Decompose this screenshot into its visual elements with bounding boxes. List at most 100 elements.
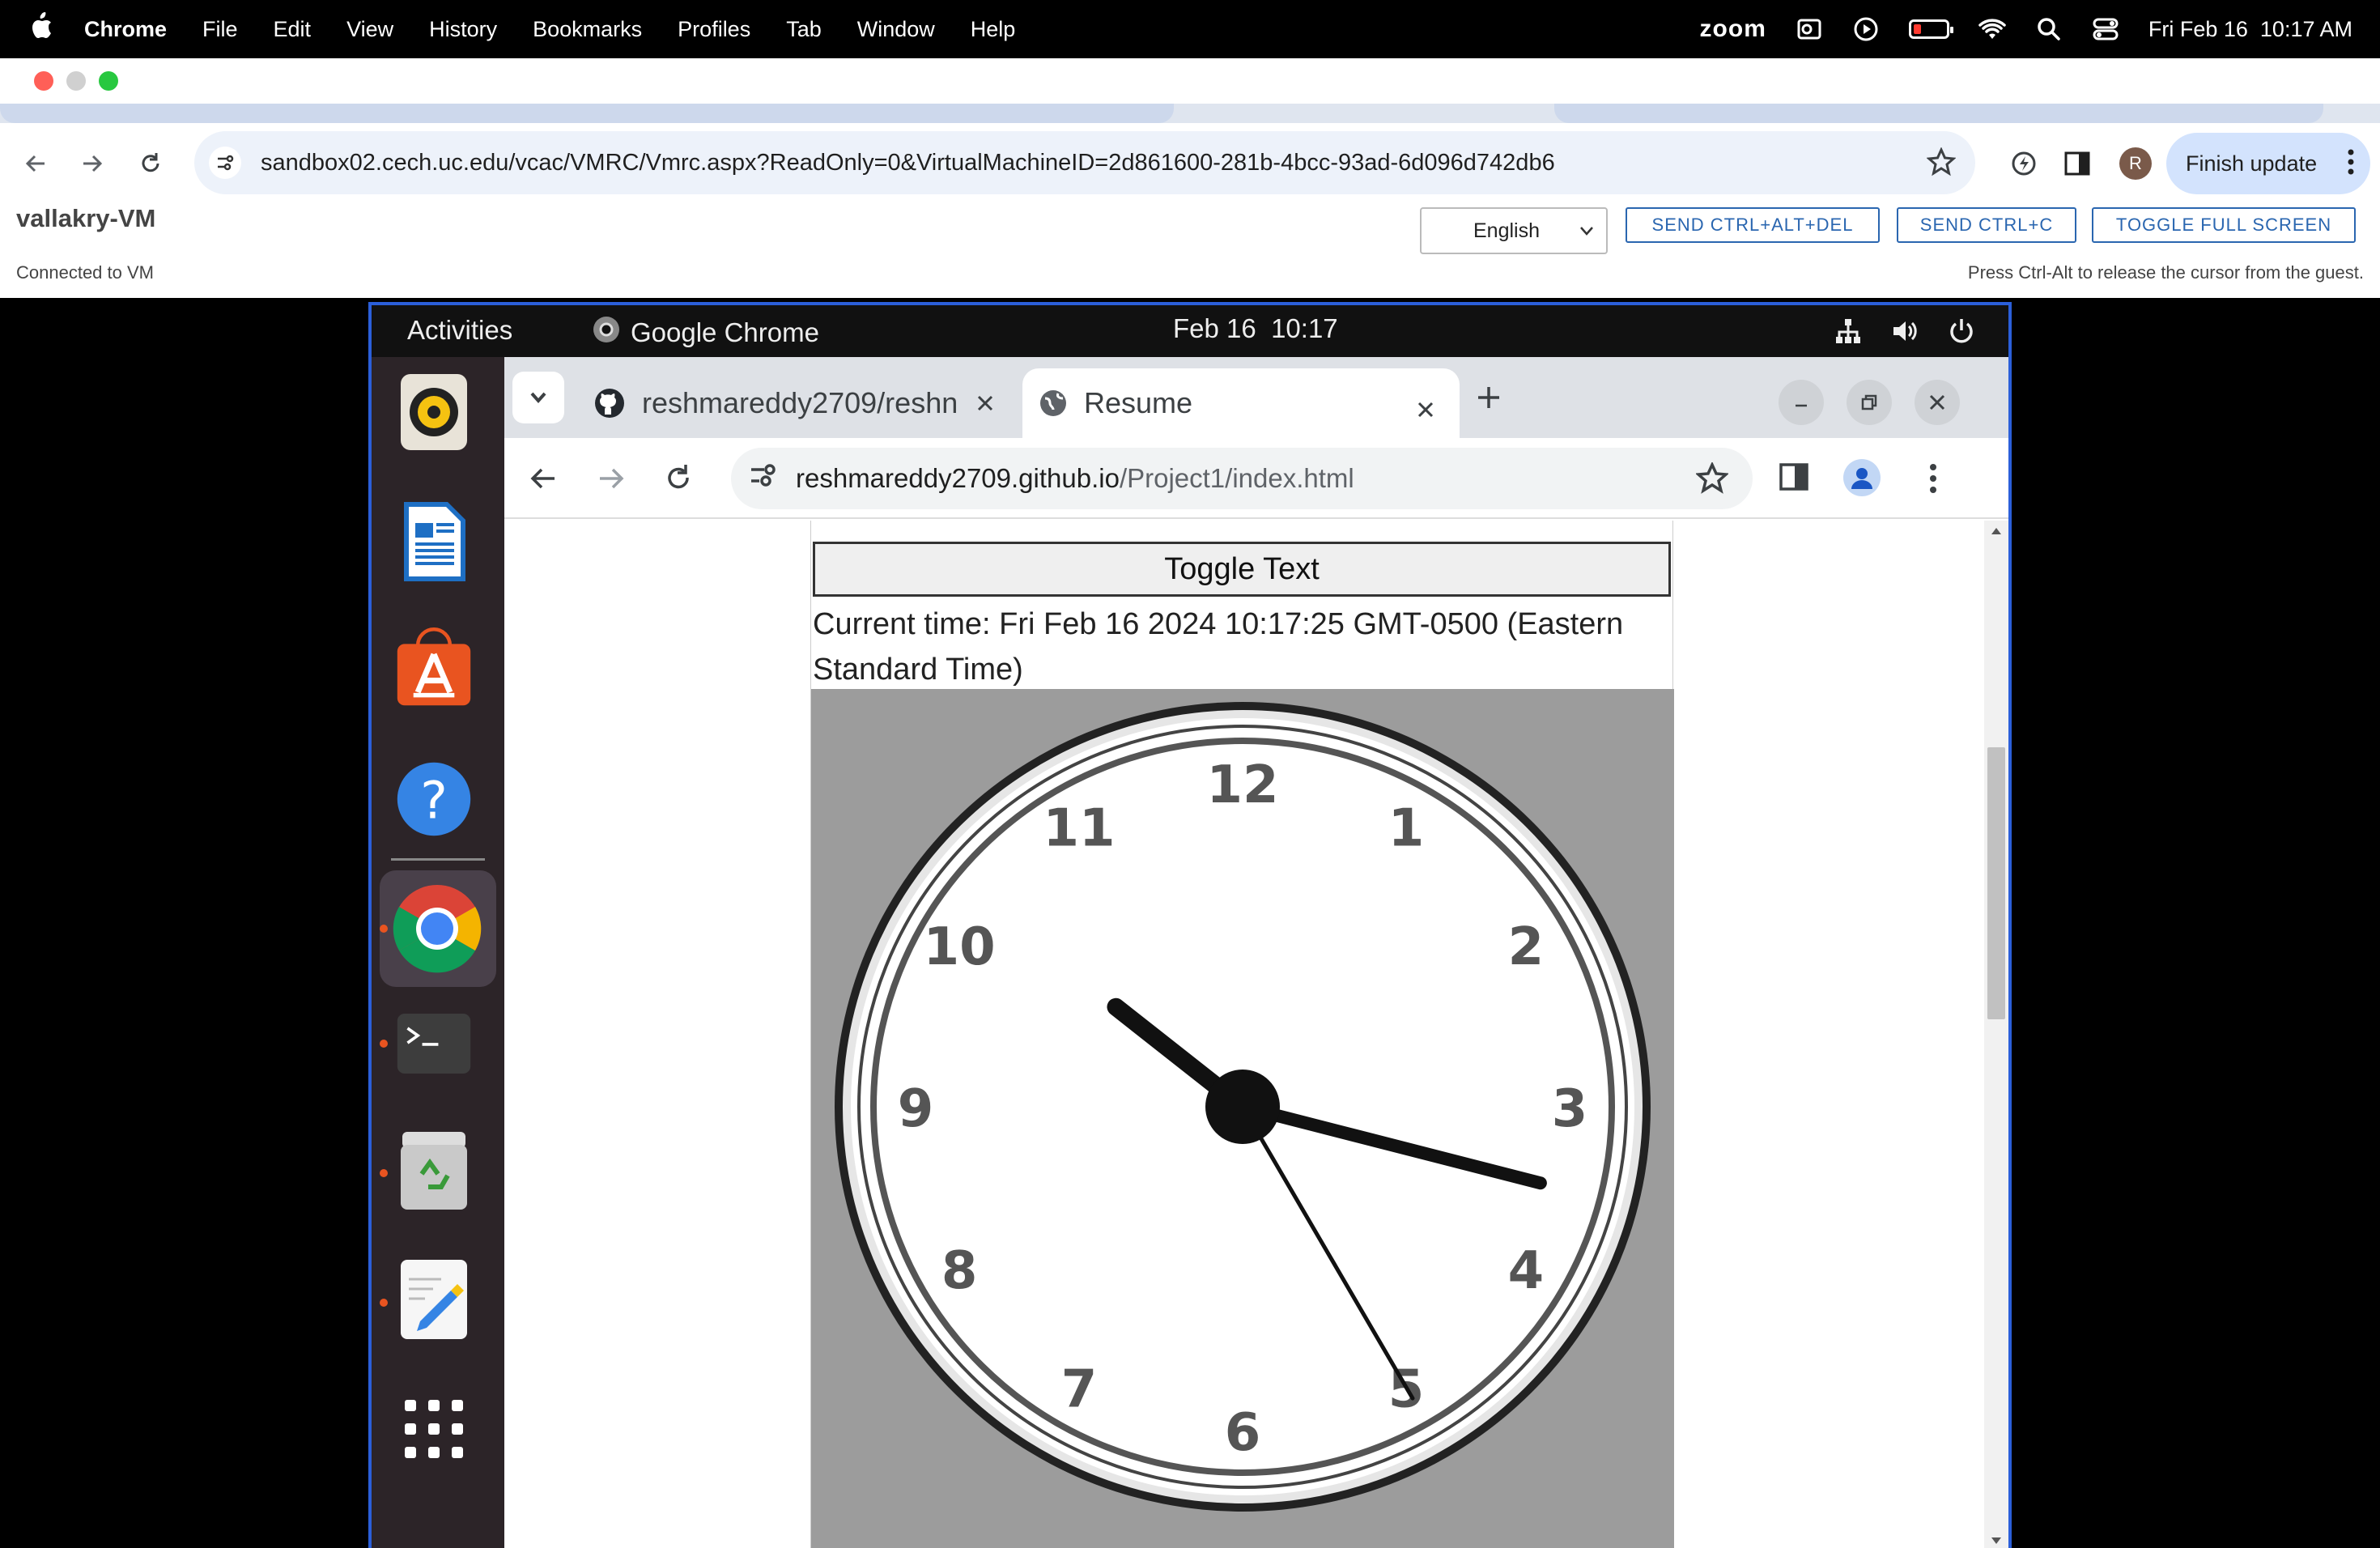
zoom-status-icon[interactable]: zoom [1700,15,1766,43]
back-arrow-icon[interactable] [529,464,558,497]
menu-app-name[interactable]: Chrome [84,17,167,42]
site-info-icon[interactable] [749,462,778,495]
menu-edit[interactable]: Edit [274,17,312,42]
menubar-clock[interactable]: Fri Feb 16 10:17 AM [2148,17,2352,42]
restore-icon[interactable] [1847,380,1892,425]
network-icon [1836,319,1860,343]
send-ctrl-c-button[interactable]: SEND CTRL+C [1897,207,2076,243]
minimize-window-button[interactable] [66,71,86,91]
app-menu-label: Google Chrome [631,317,819,347]
spotlight-search-icon[interactable] [2035,15,2063,43]
back-arrow-icon[interactable] [11,139,60,188]
app-menu[interactable]: Google Chrome [592,315,819,351]
menu-view[interactable]: View [346,17,393,42]
chrome-small-icon [592,315,621,351]
page-scrollbar[interactable] [1984,521,2008,1548]
send-ctrl-alt-del-button[interactable]: SEND CTRL+ALT+DEL [1626,207,1880,243]
battery-icon[interactable] [1908,19,1953,39]
site-info-icon[interactable] [209,147,241,179]
running-indicator [380,1299,388,1307]
host-tab[interactable] [1554,104,2323,123]
play-icon[interactable] [1852,15,1880,43]
close-tab-icon[interactable] [1416,393,1435,427]
guest-address-bar[interactable]: reshmareddy2709.github.io /Project1/inde… [731,448,1753,509]
scrollbar-thumb[interactable] [1987,747,2005,1019]
activities-button[interactable]: Activities [407,315,512,346]
terminal-icon[interactable] [396,1000,472,1087]
minimize-icon[interactable] [1779,380,1824,425]
close-icon[interactable] [1915,380,1960,425]
more-vert-icon[interactable] [1929,462,1937,499]
show-apps-icon[interactable] [396,1385,472,1473]
more-vert-icon[interactable] [2348,147,2354,182]
profile-avatar[interactable]: R [2119,147,2152,180]
system-menu[interactable] [1834,317,1976,346]
extension-icon[interactable] [2000,139,2048,188]
toggle-text-button[interactable]: Toggle Text [813,542,1671,597]
new-tab-plus-icon[interactable] [1476,385,1502,415]
power-icon [1950,319,1973,343]
clock-numeral: 6 [1225,1403,1261,1463]
scroll-down-arrow-icon[interactable] [1991,1537,2002,1545]
reload-icon[interactable] [126,139,175,188]
host-tab[interactable] [0,104,1174,123]
guest-url-path[interactable]: /Project1/index.html [1120,463,1354,494]
running-indicator [380,925,388,933]
menu-file[interactable]: File [202,17,238,42]
outlook-icon[interactable] [1796,15,1823,43]
analog-clock: 121234567891011 [811,689,1674,1548]
host-address-bar[interactable]: sandbox02.cech.uc.edu/vcac/VMRC/Vmrc.asp… [194,131,1975,194]
gnome-clock[interactable]: Feb 16 10:17 [1173,313,1338,344]
clock-numeral: 7 [1061,1359,1098,1419]
toggle-full-screen-button[interactable]: TOGGLE FULL SCREEN [2092,207,2356,243]
clock-numeral: 12 [1206,755,1278,815]
menu-tab[interactable]: Tab [786,17,822,42]
guest-tab-title: Resume [1084,386,1193,419]
clock-numeral: 9 [898,1079,934,1139]
wifi-icon[interactable] [1978,15,2006,43]
writer-icon[interactable] [396,498,472,585]
globe-icon [1040,390,1066,416]
side-panel-icon[interactable] [2053,139,2102,188]
guest-url-host[interactable]: reshmareddy2709.github.io [796,463,1120,494]
control-center-icon[interactable] [2092,15,2119,43]
text-editor-icon[interactable] [396,1256,472,1343]
trash-icon[interactable] [396,1126,472,1214]
vm-console[interactable]: Activities Google Chrome Feb 16 10:17 ? [368,302,2012,1548]
guest-page-viewport[interactable]: Toggle Text Current time: Fri Feb 16 202… [504,521,2008,1548]
clock-numeral: 2 [1508,917,1545,977]
close-window-button[interactable] [34,71,53,91]
bookmark-star-icon[interactable] [1694,461,1730,501]
forward-arrow-icon[interactable] [68,139,117,188]
window-title-bar [0,58,2380,104]
menu-help[interactable]: Help [971,17,1016,42]
close-tab-icon[interactable] [975,386,995,420]
bookmark-star-icon[interactable] [1926,147,1957,181]
menu-bookmarks[interactable]: Bookmarks [533,17,642,42]
guest-tab-github[interactable]: reshmareddy2709/reshn [579,368,1016,438]
side-panel-icon[interactable] [1779,462,1809,495]
chrome-icon[interactable] [393,885,482,973]
rhythmbox-icon[interactable] [396,368,472,456]
svg-text:?: ? [420,771,448,831]
clock-numeral: 4 [1508,1241,1545,1301]
finish-update-button[interactable]: Finish update [2166,133,2370,194]
zoom-window-button[interactable] [99,71,118,91]
tab-search-button[interactable] [512,372,564,423]
forward-arrow-icon[interactable] [597,464,626,497]
cursor-release-hint: Press Ctrl-Alt to release the cursor fro… [1967,262,2364,283]
help-icon[interactable]: ? [396,755,472,843]
menu-window[interactable]: Window [857,17,935,42]
scroll-up-arrow-icon[interactable] [1991,527,2002,535]
apple-icon[interactable] [29,12,55,46]
profile-icon[interactable] [1843,459,1881,496]
software-icon[interactable] [396,626,472,713]
menu-history[interactable]: History [429,17,497,42]
guest-tab-resume[interactable]: Resume [1022,368,1460,438]
language-select[interactable]: English [1420,207,1608,254]
reload-icon[interactable] [663,462,694,497]
finish-update-label: Finish update [2186,151,2318,176]
vm-name: vallakry-VM [16,204,156,232]
menu-profiles[interactable]: Profiles [678,17,750,42]
host-url-text[interactable]: sandbox02.cech.uc.edu/vcac/VMRC/Vmrc.asp… [261,150,1555,176]
